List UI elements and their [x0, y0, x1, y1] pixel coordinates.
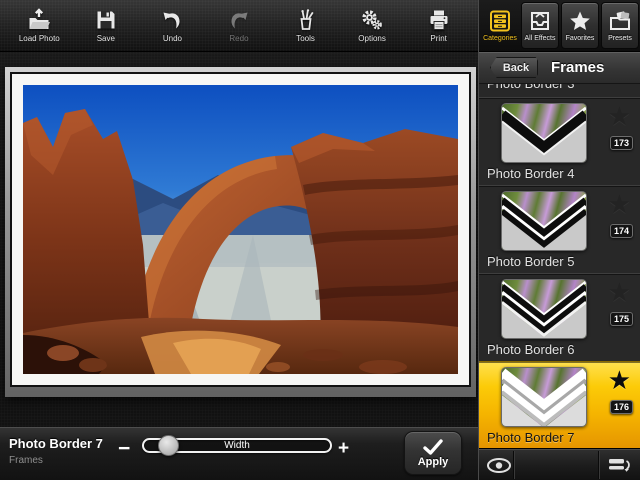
- current-effect-category: Frames: [9, 455, 43, 466]
- effects-list[interactable]: Photo Border 3 ★ 173 Photo Border 4: [479, 84, 640, 448]
- favorite-star-icon[interactable]: ★: [608, 278, 631, 306]
- tab-favorites[interactable]: Favorites: [561, 2, 599, 49]
- favorites-star-icon: [568, 9, 592, 33]
- effect-name-label: Photo Border 5: [487, 254, 574, 269]
- app-window: Load Photo Save Undo Redo: [0, 0, 640, 480]
- list-item[interactable]: ★ 173 Photo Border 4: [479, 97, 640, 185]
- divider: [513, 451, 514, 479]
- tab-presets[interactable]: Presets: [601, 2, 639, 49]
- toolbar-label: Options: [358, 34, 386, 43]
- toolbar-label: Save: [97, 34, 115, 43]
- photo-frame-outer: [5, 67, 476, 397]
- categories-drawer-icon: [488, 9, 512, 33]
- favorite-star-icon[interactable]: ★: [608, 366, 631, 394]
- back-button-label: Back: [503, 62, 529, 74]
- effect-name-label: Photo Border 6: [487, 342, 574, 357]
- tools-button[interactable]: Tools: [277, 8, 335, 43]
- panel-collapse-icon: [608, 458, 632, 472]
- toolbar-label: Print: [430, 34, 446, 43]
- checkmark-icon: [422, 439, 444, 455]
- tools-icon: [294, 8, 318, 32]
- width-increase-button[interactable]: +: [338, 439, 349, 459]
- effect-id-badge: 173: [610, 136, 633, 150]
- frame-thumbnail: [501, 103, 587, 163]
- apply-button[interactable]: Apply: [404, 431, 462, 475]
- redo-button[interactable]: Redo: [210, 8, 268, 43]
- panel-collapse-button[interactable]: [605, 454, 635, 476]
- favorite-star-icon[interactable]: ★: [608, 190, 631, 218]
- presets-folder-icon: [608, 9, 632, 33]
- effect-id-badge: 174: [610, 224, 633, 238]
- save-icon: [94, 8, 118, 32]
- divider: [598, 451, 599, 479]
- editing-canvas[interactable]: [0, 52, 478, 427]
- effect-name-label: Photo Border 3: [487, 84, 574, 91]
- width-decrease-button[interactable]: −: [118, 439, 130, 459]
- tab-label: All Effects: [525, 35, 556, 42]
- redo-icon: [227, 8, 251, 32]
- photo-frame-edge: [10, 72, 471, 387]
- effect-id-badge: 175: [610, 312, 633, 326]
- frame-thumbnail: [501, 191, 587, 251]
- all-effects-tray-icon: [528, 9, 552, 33]
- load-photo-button[interactable]: Load Photo: [10, 8, 68, 43]
- sidebar-tab-bar: Categories All Effects F: [479, 0, 640, 52]
- sidebar-bottom-bar: [479, 448, 640, 480]
- list-item[interactable]: ★ 175 Photo Border 6: [479, 273, 640, 361]
- list-item[interactable]: Photo Border 3: [479, 84, 640, 97]
- width-slider-label: Width: [224, 440, 250, 451]
- effect-name-label: Photo Border 4: [487, 166, 574, 181]
- frame-thumbnail: [501, 279, 587, 339]
- favorite-star-icon[interactable]: ★: [608, 102, 631, 130]
- frame-thumbnail: [501, 367, 587, 427]
- toolbar-label: Redo: [229, 34, 248, 43]
- apply-button-label: Apply: [418, 456, 449, 468]
- photo-border-white: [12, 74, 469, 385]
- tab-categories[interactable]: Categories: [481, 2, 519, 49]
- category-title: Frames: [551, 59, 604, 76]
- print-icon: [427, 8, 451, 32]
- save-button[interactable]: Save: [77, 8, 135, 43]
- main-toolbar: Load Photo Save Undo Redo: [0, 0, 478, 52]
- tab-label: Categories: [483, 35, 517, 42]
- category-header: Back Frames: [479, 52, 640, 84]
- undo-button[interactable]: Undo: [143, 8, 201, 43]
- options-icon: [360, 8, 384, 32]
- list-item[interactable]: ★ 174 Photo Border 5: [479, 185, 640, 273]
- list-item-selected[interactable]: ★ 176 Photo Border 7: [479, 361, 640, 448]
- tab-all-effects[interactable]: All Effects: [521, 2, 559, 49]
- current-effect-name: Photo Border 7: [9, 436, 103, 451]
- toolbar-label: Undo: [163, 34, 182, 43]
- tab-label: Presets: [608, 35, 632, 42]
- effect-name-label: Photo Border 7: [487, 430, 574, 445]
- back-button[interactable]: Back: [490, 57, 538, 78]
- undo-icon: [160, 8, 184, 32]
- tab-label: Favorites: [566, 35, 595, 42]
- canvas-photo: [23, 85, 458, 374]
- preview-eye-icon: [486, 457, 512, 474]
- effects-sidebar: Categories All Effects F: [478, 0, 640, 480]
- toolbar-label: Load Photo: [19, 34, 60, 43]
- preview-button[interactable]: [485, 454, 513, 476]
- toolbar-label: Tools: [296, 34, 315, 43]
- effect-id-badge: 176: [610, 400, 633, 414]
- print-button[interactable]: Print: [410, 8, 468, 43]
- load-photo-icon: [27, 8, 51, 32]
- options-button[interactable]: Options: [343, 8, 401, 43]
- width-slider-thumb[interactable]: [158, 435, 179, 456]
